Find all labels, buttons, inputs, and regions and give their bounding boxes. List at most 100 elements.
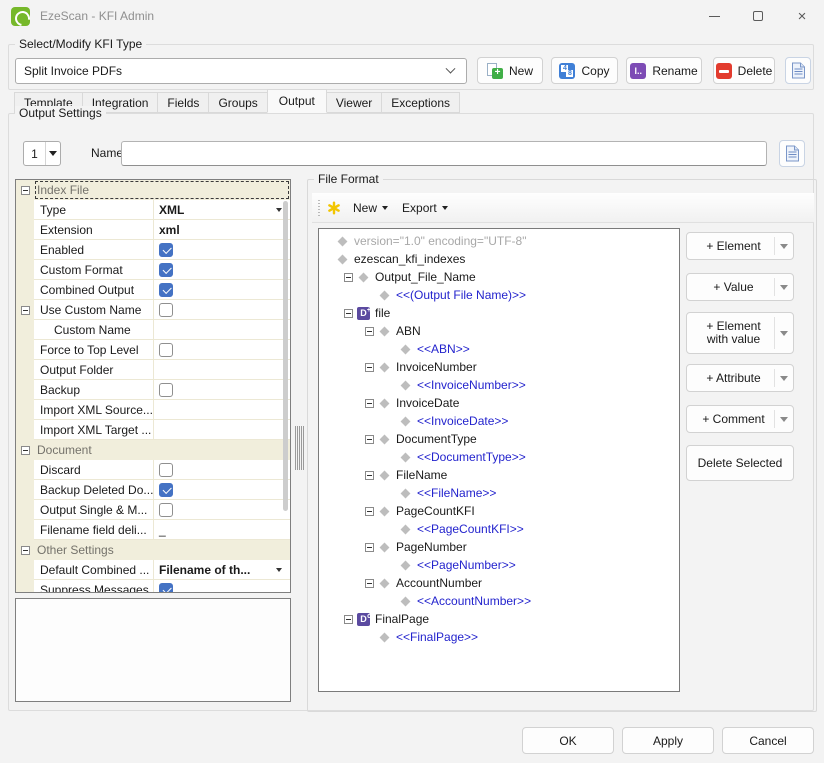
tree-node-documenttype[interactable]: <<DocumentType>> (319, 448, 679, 466)
checkbox[interactable] (159, 483, 173, 497)
checkbox[interactable] (159, 503, 173, 517)
tree-node-pagecountkfi[interactable]: <<PageCountKFI>> (319, 520, 679, 538)
property-value[interactable] (154, 480, 290, 500)
property-row-default-combined[interactable]: Default Combined ...Filename of th... (16, 560, 290, 580)
tree-node-finalpage[interactable]: <<FinalPage>> (319, 628, 679, 646)
property-value[interactable] (154, 400, 290, 420)
collapse-icon[interactable] (344, 273, 353, 282)
property-row-output-single-m[interactable]: Output Single & M... (16, 500, 290, 520)
add-value-button[interactable]: + Value (686, 273, 794, 301)
property-row-custom-format[interactable]: Custom Format (16, 260, 290, 280)
collapse-icon[interactable] (21, 446, 30, 455)
tree-node-version-1-0-encoding-utf-8[interactable]: version="1.0" encoding="UTF-8" (319, 232, 679, 250)
checkbox[interactable] (159, 303, 173, 317)
property-row-force-to-top-level[interactable]: Force to Top Level (16, 340, 290, 360)
property-value[interactable]: XML (154, 200, 290, 220)
property-value[interactable]: _ (154, 520, 290, 540)
tab-fields[interactable]: Fields (157, 92, 209, 113)
dropdown-arrow-icon[interactable] (276, 208, 282, 212)
property-row-import-xml-target[interactable]: Import XML Target ... (16, 420, 290, 440)
toolbar-export-button[interactable]: Export (395, 196, 455, 220)
collapse-icon[interactable] (21, 186, 30, 195)
scrollbar-thumb[interactable] (283, 201, 288, 511)
tree-node-accountnumber[interactable]: AccountNumber (319, 574, 679, 592)
output-index-dropdown[interactable] (45, 142, 60, 165)
close-button[interactable] (780, 0, 824, 32)
property-value[interactable] (154, 360, 290, 380)
checkbox[interactable] (159, 283, 173, 297)
collapse-icon[interactable] (344, 615, 353, 624)
tab-groups[interactable]: Groups (208, 92, 267, 113)
property-value[interactable] (154, 240, 290, 260)
property-row-suppress-messages[interactable]: Suppress Messages (16, 580, 290, 593)
split-dropdown[interactable] (775, 417, 793, 422)
collapse-icon[interactable] (365, 543, 374, 552)
tab-output[interactable]: Output (267, 89, 327, 113)
property-row-output-folder[interactable]: Output Folder (16, 360, 290, 380)
output-index-combobox[interactable]: 1 (23, 141, 61, 166)
collapse-icon[interactable] (21, 546, 30, 555)
category-row-other-settings[interactable]: Other Settings (16, 540, 290, 560)
collapse-icon[interactable] (344, 309, 353, 318)
split-dropdown[interactable] (775, 331, 793, 336)
checkbox[interactable] (159, 263, 173, 277)
cancel-button[interactable]: Cancel (722, 727, 814, 754)
tree-node-filename[interactable]: FileName (319, 466, 679, 484)
property-value[interactable] (154, 460, 290, 480)
category-row-document[interactable]: Document (16, 440, 290, 460)
name-notes-button[interactable] (779, 140, 805, 167)
collapse-icon[interactable] (365, 327, 374, 336)
tree-node-pagenumber[interactable]: <<PageNumber>> (319, 556, 679, 574)
tab-viewer[interactable]: Viewer (326, 92, 382, 113)
tree-node-pagenumber[interactable]: PageNumber (319, 538, 679, 556)
tree-node-invoicedate[interactable]: <<InvoiceDate>> (319, 412, 679, 430)
collapse-icon[interactable] (365, 363, 374, 372)
property-value[interactable] (154, 300, 290, 320)
property-value[interactable] (154, 380, 290, 400)
tree-node-output-file-name[interactable]: Output_File_Name (319, 268, 679, 286)
property-row-discard[interactable]: Discard (16, 460, 290, 480)
split-dropdown[interactable] (775, 376, 793, 381)
property-value[interactable] (154, 500, 290, 520)
new-button[interactable]: + New (477, 57, 543, 84)
tree-node-filename[interactable]: <<FileName>> (319, 484, 679, 502)
category-row-index-file[interactable]: Index File (16, 180, 290, 200)
property-row-custom-name[interactable]: Custom Name (16, 320, 290, 340)
splitter-grip[interactable] (295, 426, 304, 470)
add-attribute-button[interactable]: + Attribute (686, 364, 794, 392)
split-dropdown[interactable] (775, 244, 793, 249)
split-dropdown[interactable] (775, 285, 793, 290)
tree-node-invoicedate[interactable]: InvoiceDate (319, 394, 679, 412)
maximize-button[interactable] (736, 0, 780, 32)
apply-button[interactable]: Apply (622, 727, 714, 754)
collapse-icon[interactable] (365, 435, 374, 444)
property-row-filename-field-deli[interactable]: Filename field deli..._ (16, 520, 290, 540)
tree-node-abn[interactable]: ABN (319, 322, 679, 340)
property-value[interactable] (154, 280, 290, 300)
copy-button[interactable]: 48 Copy (551, 57, 618, 84)
property-value[interactable] (154, 580, 290, 593)
collapse-icon[interactable] (365, 579, 374, 588)
tree-node-finalpage[interactable]: DcFinalPage (319, 610, 679, 628)
rename-button[interactable]: I.. Rename (626, 57, 702, 84)
add-element-button[interactable]: + Element (686, 232, 794, 260)
tree-node-accountnumber[interactable]: <<AccountNumber>> (319, 592, 679, 610)
checkbox[interactable] (159, 383, 173, 397)
property-value[interactable] (154, 260, 290, 280)
property-value[interactable]: Filename of th... (154, 560, 290, 580)
delete-selected-button[interactable]: Delete Selected (686, 445, 794, 481)
property-row-backup[interactable]: Backup (16, 380, 290, 400)
property-row-enabled[interactable]: Enabled (16, 240, 290, 260)
tree-node-file[interactable]: D+file (319, 304, 679, 322)
property-value[interactable] (154, 420, 290, 440)
dropdown-arrow-icon[interactable] (276, 568, 282, 572)
collapse-icon[interactable] (21, 306, 30, 315)
property-row-import-xml-source[interactable]: Import XML Source... (16, 400, 290, 420)
checkbox[interactable] (159, 463, 173, 477)
ok-button[interactable]: OK (522, 727, 614, 754)
collapse-icon[interactable] (365, 399, 374, 408)
tree-node-ezescan-kfi-indexes[interactable]: ezescan_kfi_indexes (319, 250, 679, 268)
checkbox[interactable] (159, 583, 173, 594)
property-row-extension[interactable]: Extensionxml (16, 220, 290, 240)
checkbox[interactable] (159, 243, 173, 257)
